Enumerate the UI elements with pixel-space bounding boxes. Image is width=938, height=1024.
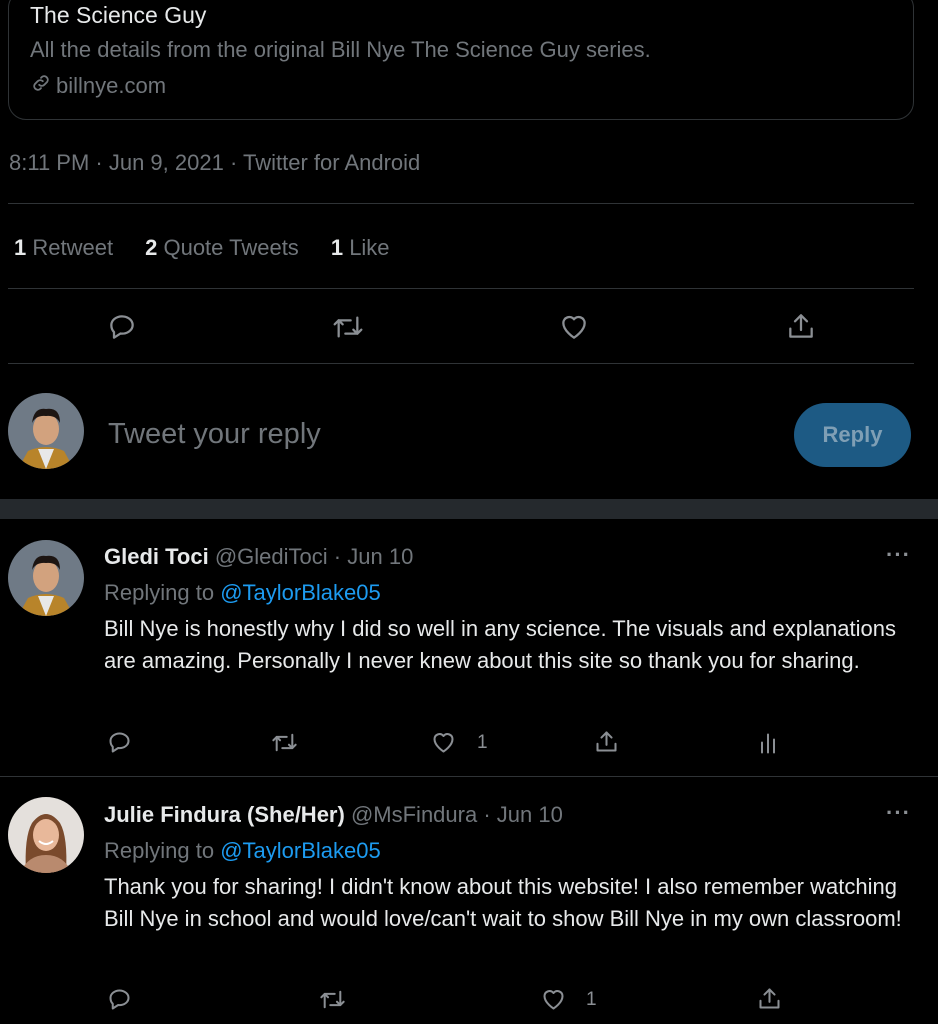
reply-header: Julie Findura (She/Her) @MsFindura · Jun… (104, 802, 563, 827)
reply-icon[interactable] (106, 729, 133, 756)
tweet-stats: 1 Retweet 2 Quote Tweets 1 Like (14, 235, 390, 261)
author-name[interactable]: Gledi Toci (104, 544, 209, 569)
divider (8, 203, 914, 204)
author-handle[interactable]: @MsFindura (351, 802, 477, 827)
like-icon[interactable] (430, 729, 457, 756)
divider (8, 363, 914, 364)
retweets-stat[interactable]: 1 Retweet (14, 235, 113, 261)
replying-to: Replying to @TaylorBlake05 (104, 838, 381, 863)
share-icon[interactable] (756, 984, 783, 1013)
reply-icon[interactable] (106, 986, 133, 1013)
like-icon[interactable] (540, 986, 567, 1013)
card-title: The Science Guy (30, 2, 207, 28)
reply-text: Thank you for sharing! I didn't know abo… (104, 874, 902, 931)
divider (8, 288, 914, 289)
link-icon (30, 72, 52, 100)
card-description: All the details from the original Bill N… (30, 37, 651, 62)
share-icon[interactable] (593, 727, 620, 756)
retweet-icon[interactable] (318, 986, 347, 1013)
retweet-icon[interactable] (270, 729, 299, 756)
author-handle[interactable]: @GlediToci (215, 544, 328, 569)
reply-date[interactable]: Jun 10 (347, 544, 413, 569)
card-link[interactable]: billnye.com (30, 72, 166, 100)
more-options-icon[interactable]: ··· (886, 800, 911, 826)
replying-to: Replying to @TaylorBlake05 (104, 580, 381, 605)
more-options-icon[interactable]: ··· (886, 542, 911, 568)
like-count: 1 (586, 989, 597, 1010)
mention-link[interactable]: @TaylorBlake05 (220, 838, 381, 863)
like-icon[interactable] (558, 311, 590, 343)
avatar[interactable] (8, 540, 84, 616)
quote-tweets-stat[interactable]: 2 Quote Tweets (145, 235, 299, 261)
divider (0, 776, 938, 777)
section-separator (0, 499, 938, 519)
like-count: 1 (477, 732, 488, 753)
card-link-text: billnye.com (56, 73, 167, 98)
reply-icon[interactable] (106, 311, 138, 343)
avatar[interactable] (8, 393, 84, 469)
tweet-timestamp[interactable]: 8:11 PM · Jun 9, 2021 · Twitter for Andr… (9, 150, 420, 176)
mention-link[interactable]: @TaylorBlake05 (220, 580, 381, 605)
reply-input[interactable]: Tweet your reply (108, 418, 321, 451)
share-icon[interactable] (785, 309, 817, 343)
author-name[interactable]: Julie Findura (She/Her) (104, 802, 345, 827)
reply-button[interactable]: Reply (794, 403, 911, 467)
retweet-icon[interactable] (330, 311, 366, 343)
reply-text: Bill Nye is honestly why I did so well i… (104, 616, 896, 673)
avatar[interactable] (8, 797, 84, 873)
analytics-icon[interactable] (757, 729, 781, 756)
reply-date[interactable]: Jun 10 (497, 802, 563, 827)
reply-header: Gledi Toci @GlediToci · Jun 10 (104, 544, 414, 569)
likes-stat[interactable]: 1 Like (331, 235, 390, 261)
